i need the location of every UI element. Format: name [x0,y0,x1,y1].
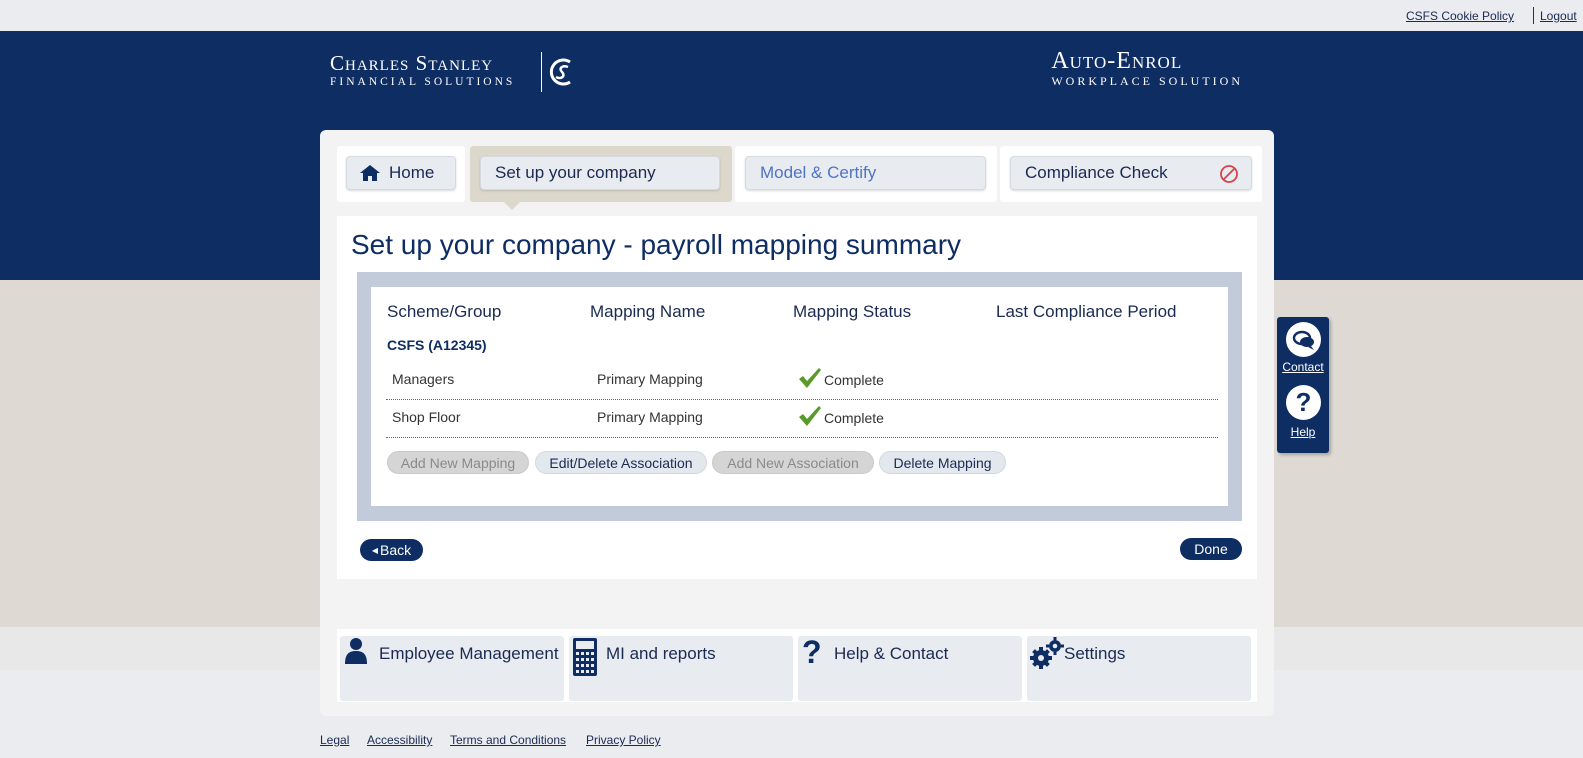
delete-mapping-button[interactable]: Delete Mapping [879,451,1006,474]
utility-bar: CSFS Cookie Policy Logout [0,0,1583,31]
quick-link-mi-label: MI and reports [606,644,716,663]
caret-left-icon: ◀ [371,545,379,555]
page-title: Set up your company - payroll mapping su… [351,229,962,260]
tab-model-label: Model & Certify [760,163,877,182]
column-header-period: Last Compliance Period [996,302,1177,321]
help-button[interactable]: ? [1286,385,1321,420]
row-divider [386,399,1218,400]
tab-compliance-label: Compliance Check [1025,163,1168,182]
chat-bubble-icon [1292,330,1314,350]
quick-link-mi-reports[interactable]: MI and reports [569,636,793,701]
no-entry-icon [1220,165,1238,183]
charles-stanley-logo: Charles Stanley Financial Solutions [330,51,523,89]
logo-company-subtitle: Financial Solutions [330,76,516,88]
utility-divider [1533,7,1534,24]
tab-home-label: Home [389,163,435,182]
check-icon [799,368,821,388]
quick-link-employee-label: Employee Management [379,644,559,663]
help-link[interactable]: Help [1277,425,1329,439]
column-header-status: Mapping Status [793,302,912,321]
row-2-scheme: Shop Floor [392,409,461,425]
tab-setup-company[interactable]: Set up your company [480,156,720,190]
question-icon: ? [802,634,822,670]
row-1-status: Complete [824,372,884,388]
back-button-label: Back [380,542,412,558]
contact-button[interactable] [1286,322,1321,357]
quick-link-help-contact[interactable]: ? Help & Contact [798,634,1022,701]
quick-link-settings[interactable]: Settings [1027,636,1251,701]
cs-monogram-icon [549,58,571,86]
row-2-status: Complete [824,410,884,426]
column-header-mapping: Mapping Name [590,302,706,321]
tab-compliance-check[interactable]: Compliance Check [1010,156,1252,190]
logout-link[interactable]: Logout [1540,9,1577,23]
logo-company-name: Charles Stanley [330,51,494,75]
active-tab-pointer [503,201,521,210]
quick-link-employee-management[interactable]: Employee Management [340,636,564,701]
edit-delete-association-button[interactable]: Edit/Delete Association [535,451,707,474]
logo-product-subtitle: Workplace Solution [1051,74,1243,88]
back-button[interactable]: ◀ Back [360,539,423,561]
accessibility-link[interactable]: Accessibility [367,733,432,747]
logo-divider [541,52,542,92]
contact-link[interactable]: Contact [1277,360,1329,374]
quick-link-settings-label: Settings [1064,644,1126,663]
tab-model-certify[interactable]: Model & Certify [745,156,986,190]
row-divider [386,437,1218,438]
row-1-scheme: Managers [392,371,455,387]
home-icon [360,165,380,181]
person-icon [345,638,367,664]
gears-icon [1030,637,1064,669]
row-1-mapping: Primary Mapping [597,371,703,387]
tab-home[interactable]: Home [346,156,456,190]
tab-setup-label: Set up your company [495,163,656,182]
quick-link-help-label: Help & Contact [834,644,949,663]
logo-product-name: Auto-Enrol [1051,48,1183,74]
add-new-mapping-button[interactable]: Add New Mapping [387,451,529,474]
done-button[interactable]: Done [1180,538,1242,560]
auto-enrol-logo: Auto-Enrol Workplace Solution [1051,48,1243,88]
add-new-association-button[interactable]: Add New Association [712,451,874,474]
group-heading: CSFS (A12345) [387,337,487,353]
legal-link[interactable]: Legal [320,733,349,747]
calculator-icon [573,638,597,676]
side-help-widget: Contact ? Help [1277,317,1329,453]
check-icon [799,406,821,426]
column-header-scheme: Scheme/Group [387,302,502,321]
terms-link[interactable]: Terms and Conditions [450,733,566,747]
row-2-mapping: Primary Mapping [597,409,703,425]
question-mark-icon: ? [1295,387,1312,417]
privacy-link[interactable]: Privacy Policy [586,733,661,747]
cookie-policy-link[interactable]: CSFS Cookie Policy [1406,9,1514,23]
